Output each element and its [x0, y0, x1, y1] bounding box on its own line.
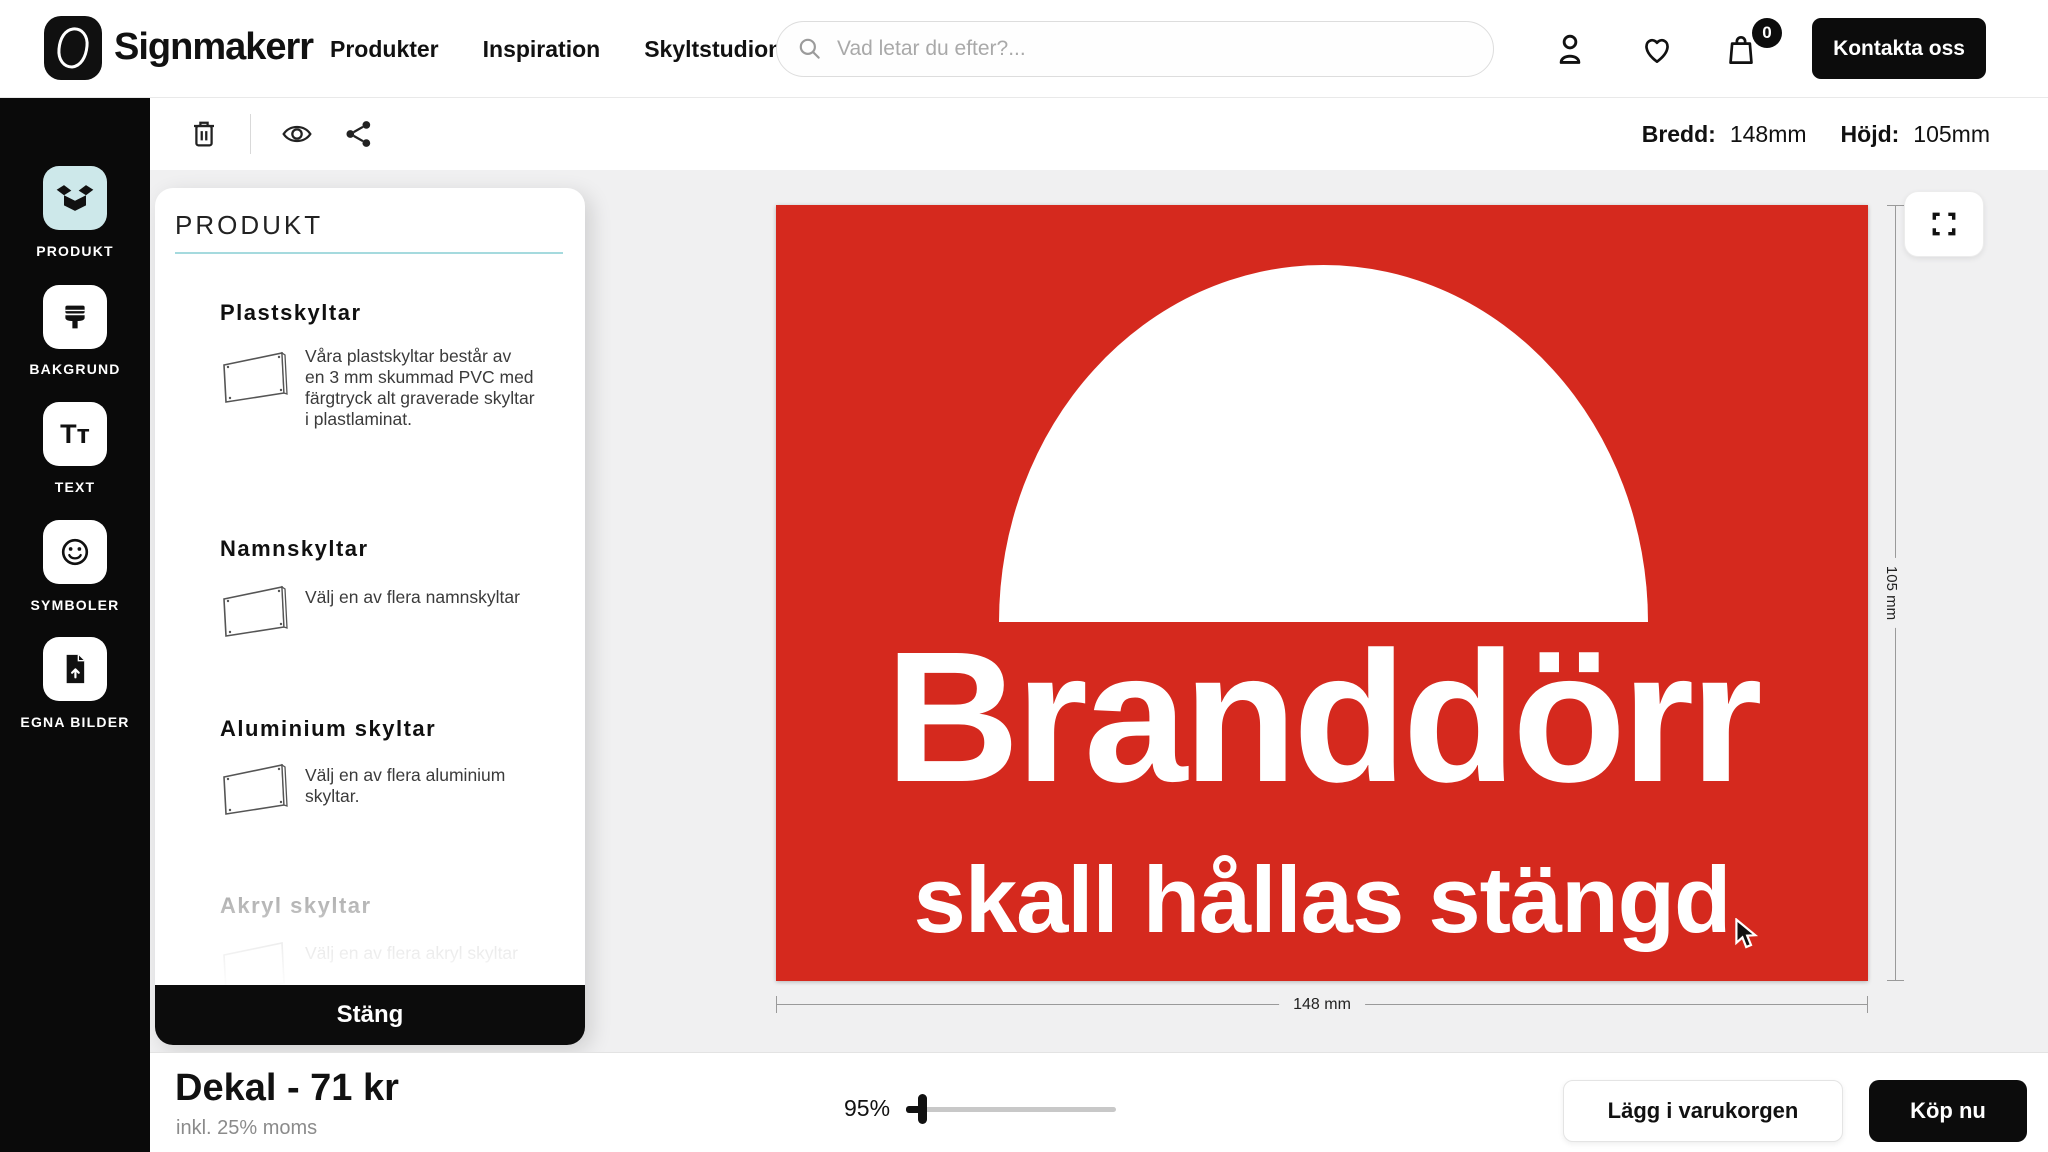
nav-link-produkter[interactable]: Produkter	[330, 36, 439, 63]
sign-arch-shape[interactable]	[999, 265, 1648, 622]
buy-now-button[interactable]: Köp nu	[1869, 1080, 2027, 1142]
width-label: Bredd:	[1642, 121, 1716, 148]
brand-logo[interactable]	[44, 16, 102, 80]
cart-count-badge: 0	[1752, 18, 1782, 48]
sign-plate-icon[interactable]	[219, 760, 291, 820]
vat-note: inkl. 25% moms	[176, 1117, 317, 1140]
panel-title-rule	[175, 252, 563, 254]
search-input[interactable]	[837, 37, 1457, 61]
close-panel-button[interactable]: Stäng	[155, 985, 585, 1045]
width-value: 148mm	[1730, 121, 1807, 148]
footer-bar: Dekal - 71 kr inkl. 25% moms 95% Lägg i …	[150, 1052, 2048, 1152]
zoom-slider-track[interactable]	[906, 1107, 1116, 1112]
contact-button[interactable]: Kontakta oss	[1812, 18, 1986, 79]
tool-rail: PRODUKT BAKGRUND Tт TEXT SYMBOLER	[0, 98, 150, 1152]
product-option-desc: Välj en av flera aluminium skyltar.	[305, 765, 535, 807]
add-to-cart-button[interactable]: Lägg i varukorgen	[1563, 1080, 1843, 1142]
canvas-toolbar: Bredd: 148mm Höjd: 105mm	[150, 98, 2048, 170]
fullscreen-icon	[1930, 210, 1958, 238]
product-option-namnskyltar[interactable]: Namnskyltar	[220, 536, 369, 562]
product-price: Dekal - 71 kr	[175, 1067, 399, 1110]
smiley-icon	[54, 531, 96, 573]
nav-links: Produkter Inspiration Skyltstudion	[330, 0, 782, 98]
sign-plate-icon[interactable]	[219, 348, 291, 408]
upload-file-icon	[55, 649, 95, 689]
sidebar-item-produkt[interactable]	[43, 166, 107, 230]
height-value: 105mm	[1913, 121, 1990, 148]
sidebar-item-text[interactable]: Tт	[43, 402, 107, 466]
sidebar-item-symboler[interactable]	[43, 520, 107, 584]
sign-artboard[interactable]: Branddörr skall hållas stängd	[776, 205, 1868, 981]
product-option-desc: Våra plastskyltar består av en 3 mm skum…	[305, 346, 535, 430]
signmaker-app: Signmakerr Produkter Inspiration Skyltst…	[0, 0, 2048, 1152]
width-dimension-label: 148 mm	[1279, 994, 1365, 1016]
share-icon[interactable]	[343, 118, 375, 150]
eye-icon[interactable]	[281, 118, 313, 150]
zoom-slider-thumb[interactable]	[918, 1094, 927, 1124]
toolbar-divider	[250, 114, 251, 154]
text-icon: Tт	[60, 419, 90, 450]
sidebar-label-produkt: PRODUKT	[0, 243, 150, 259]
sign-text-line1[interactable]: Branddörr	[776, 625, 1868, 811]
panel-title: PRODUKT	[175, 210, 323, 241]
height-dimension-line: 105 mm	[1886, 205, 1904, 981]
sign-plate-icon[interactable]	[219, 582, 291, 642]
sidebar-label-symboler: SYMBOLER	[0, 597, 150, 613]
fullscreen-button[interactable]	[1904, 191, 1984, 257]
product-option-plastskyltar[interactable]: Plastskyltar	[220, 300, 362, 326]
search-bar[interactable]	[776, 21, 1494, 77]
brand-name[interactable]: Signmakerr	[114, 26, 313, 69]
product-option-aluminium[interactable]: Aluminium skyltar	[220, 716, 436, 742]
height-label: Höjd:	[1841, 121, 1900, 148]
paintbrush-icon	[54, 296, 96, 338]
sidebar-item-egna-bilder[interactable]	[43, 637, 107, 701]
top-nav: Signmakerr Produkter Inspiration Skyltst…	[0, 0, 2048, 98]
width-dimension-line: 148 mm	[776, 995, 1868, 1015]
sidebar-label-text: TEXT	[0, 479, 150, 495]
nav-link-inspiration[interactable]: Inspiration	[483, 36, 601, 63]
open-box-icon	[53, 176, 97, 220]
sidebar-label-egna-bilder: EGNA BILDER	[0, 714, 150, 730]
sidebar-label-bakgrund: BAKGRUND	[0, 361, 150, 377]
heart-icon[interactable]	[1638, 30, 1676, 68]
sign-text-line2[interactable]: skall hållas stängd	[776, 853, 1868, 947]
sign-dimensions: Bredd: 148mm Höjd: 105mm	[1642, 98, 2010, 170]
trash-icon[interactable]	[188, 118, 220, 150]
product-panel: PRODUKT Plastskyltar Våra plastskyltar b…	[155, 188, 585, 1045]
zoom-percentage: 95%	[844, 1095, 890, 1122]
nav-link-skyltstudion[interactable]: Skyltstudion	[644, 36, 782, 63]
product-option-desc: Välj en av flera namnskyltar	[305, 587, 535, 608]
zoom-slider[interactable]	[906, 1093, 1116, 1125]
height-dimension-label: 105 mm	[1883, 558, 1900, 628]
mouse-cursor	[1734, 918, 1764, 957]
product-option-desc: Välj en av flera akryl skyltar	[305, 943, 535, 964]
product-option-akryl[interactable]: Akryl skyltar	[220, 893, 372, 919]
search-icon	[797, 36, 823, 62]
logo-blob-icon	[53, 25, 93, 71]
user-icon[interactable]	[1551, 30, 1589, 68]
sidebar-item-bakgrund[interactable]	[43, 285, 107, 349]
